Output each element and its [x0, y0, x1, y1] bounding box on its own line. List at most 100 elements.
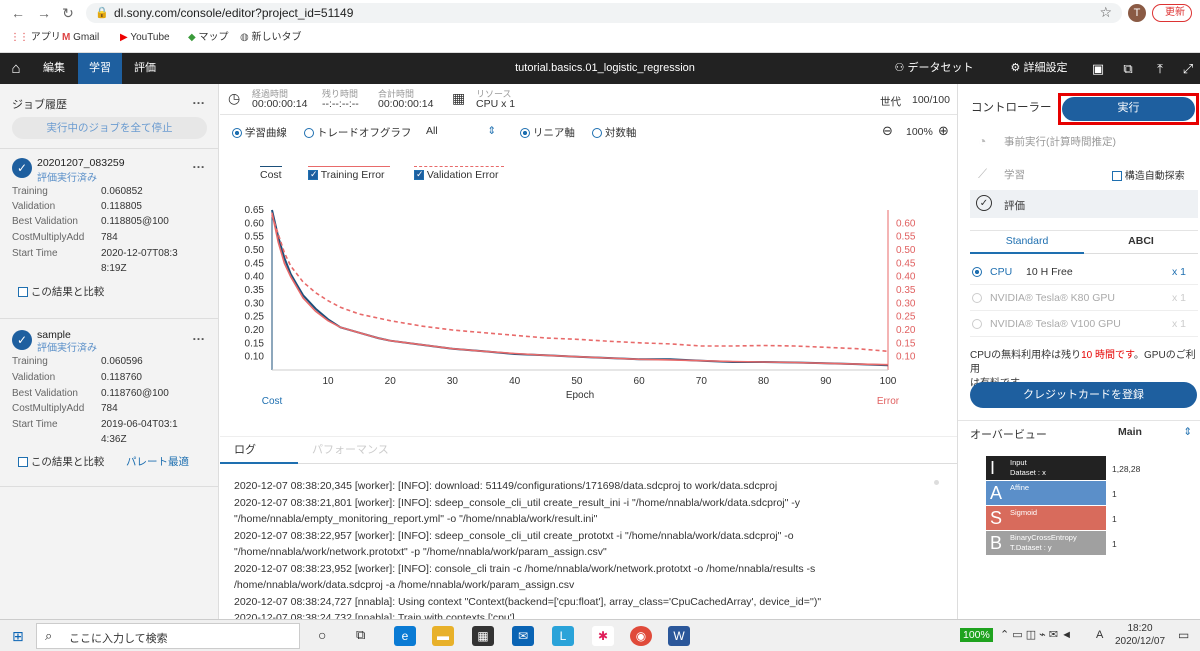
tradeoff-radio[interactable]: トレードオフグラフ: [304, 125, 411, 140]
settings-button[interactable]: ⚙ 詳細設定: [1002, 53, 1076, 84]
update-button[interactable]: 更新: [1152, 4, 1192, 22]
controller-title: コントローラー: [971, 102, 1052, 114]
job-status: 評価実行済み: [37, 343, 97, 354]
word-icon[interactable]: W: [668, 626, 690, 646]
save-as-icon[interactable]: ⧉: [1118, 53, 1138, 84]
step-preflight[interactable]: 事前実行(計算時間推定): [1004, 134, 1116, 149]
tab-performance[interactable]: パフォーマンス: [312, 441, 389, 457]
chrome-icon[interactable]: ◉: [630, 626, 652, 646]
legend-validation-error[interactable]: Validation Error: [414, 166, 504, 181]
tab-log[interactable]: ログ: [234, 441, 256, 457]
series-select[interactable]: All ⇕: [426, 125, 496, 137]
resource-k80[interactable]: NVIDIA® Tesla® K80 GPU x 1: [970, 285, 1198, 311]
slack-icon[interactable]: ✱: [592, 626, 614, 646]
log-line: 2020-12-07 08:38:24,727 [nnabla]: Using …: [234, 595, 822, 608]
metric-value: 0.060852: [101, 186, 143, 197]
y-tick-label-right: 0.25: [896, 312, 916, 323]
address-bar[interactable]: 🔒 dl.sony.com/console/editor?project_id=…: [86, 3, 1122, 23]
dataset-button[interactable]: ⚇ データセット: [888, 53, 980, 84]
tray-icons[interactable]: ⌃ ▭ ◫ ⌁ ✉ ◄: [1000, 628, 1072, 641]
divider: [970, 230, 1198, 231]
more-menu-icon[interactable]: …: [192, 92, 205, 107]
file-explorer-icon[interactable]: ▬: [432, 626, 454, 646]
app-l-icon[interactable]: L: [552, 626, 574, 646]
overview-select[interactable]: Main ⇕: [1118, 426, 1192, 438]
resource-v100[interactable]: NVIDIA® Tesla® V100 GPU x 1: [970, 311, 1198, 337]
elapsed-value: 00:00:00:14: [252, 98, 308, 110]
back-icon[interactable]: ←: [8, 5, 28, 21]
job-menu-icon[interactable]: …: [192, 156, 205, 171]
network-overview[interactable]: I Input Dataset : x 1,28,28 A Affine 1 S Sigmoid…: [986, 456, 1196, 556]
register-credit-card-button[interactable]: クレジットカードを登録: [970, 382, 1197, 408]
task-view-icon[interactable]: ⧉: [356, 627, 365, 643]
job-item[interactable]: ✓ sample 評価実行済み … Training 0.060596 Vali…: [0, 326, 219, 486]
url-text: dl.sony.com/console/editor?project_id=51…: [114, 6, 354, 20]
legend-training-error[interactable]: Training Error: [308, 166, 390, 181]
windows-start-icon[interactable]: ⊞: [12, 628, 24, 645]
metric-label: Start Time: [12, 419, 58, 430]
y-tick-label-right: 0.60: [896, 218, 916, 229]
layer-block[interactable]: S Sigmoid: [986, 506, 1106, 530]
auto-search-checkbox[interactable]: 構造自動探索: [1112, 167, 1185, 182]
layer-block[interactable]: B BinaryCrossEntropy T.Dataset : y: [986, 531, 1106, 555]
pareto-link[interactable]: パレート最適: [126, 454, 189, 469]
radio-label: リニア軸: [532, 127, 575, 139]
clock[interactable]: 18:20 2020/12/07: [1112, 622, 1168, 648]
step-evaluate[interactable]: ✓ 評価: [970, 190, 1198, 218]
edge-icon[interactable]: e: [394, 626, 416, 646]
run-button[interactable]: 実行: [1062, 97, 1195, 121]
upload-icon[interactable]: ⤒: [1150, 53, 1170, 84]
clock-icon: ◷: [228, 90, 241, 106]
metric-value: 784: [101, 403, 118, 414]
reload-icon[interactable]: ↻: [58, 5, 78, 21]
resource-cpu[interactable]: CPU 10 H Free x 1: [970, 259, 1198, 285]
zoom-in-icon[interactable]: ⊕: [938, 123, 949, 139]
tab-standard[interactable]: Standard: [970, 234, 1084, 254]
forward-icon[interactable]: →: [34, 5, 54, 21]
metric-value: 2019-06-04T03:1: [101, 419, 178, 430]
tab-abci[interactable]: ABCI: [1084, 234, 1198, 254]
layer-block[interactable]: I Input Dataset : x: [986, 456, 1106, 480]
cortana-icon[interactable]: ○: [318, 627, 326, 643]
bookmark-youtube[interactable]: ▶ YouTube: [120, 31, 170, 45]
mail-icon[interactable]: ✉: [512, 626, 534, 646]
metric-value: 784: [101, 232, 118, 243]
job-item[interactable]: ✓ 20201207_083259 評価実行済み … Training 0.06…: [0, 154, 219, 314]
run-label: 実行: [1117, 102, 1140, 114]
fit-icon[interactable]: ⤢: [1178, 53, 1198, 84]
log-axis-radio[interactable]: 対数軸: [592, 125, 636, 140]
bookmark-gmail[interactable]: M Gmail: [62, 31, 99, 45]
zoom-out-icon[interactable]: ⊖: [882, 123, 893, 139]
legend-cost[interactable]: Cost: [260, 166, 282, 181]
compare-checkbox[interactable]: この結果と比較: [18, 284, 104, 299]
log-line: 2020-12-07 08:38:20,345 [worker]: [INFO]…: [234, 480, 778, 492]
compare-checkbox[interactable]: この結果と比較: [18, 454, 104, 469]
star-icon[interactable]: ☆: [1099, 4, 1112, 21]
y-tick-label-right: 0.10: [896, 352, 916, 363]
tab-train[interactable]: 学習: [78, 53, 122, 84]
bookmark-newtab[interactable]: ◍ 新しいタブ: [240, 31, 302, 45]
avatar[interactable]: T: [1128, 4, 1146, 22]
notification-icon[interactable]: ▭: [1178, 628, 1189, 642]
y-tick-label-right: 0.15: [896, 338, 916, 349]
youtube-icon: ▶: [120, 32, 128, 43]
stop-all-jobs-button[interactable]: 実行中のジョブを全て停止: [12, 117, 207, 139]
y-tick-label-left: 0.45: [245, 258, 265, 269]
save-icon[interactable]: ▣: [1088, 53, 1108, 84]
bookmark-maps[interactable]: ◆ マップ: [188, 31, 228, 45]
battery-percent[interactable]: 100%: [960, 628, 993, 642]
step-train[interactable]: 学習: [1004, 167, 1025, 182]
input-language[interactable]: A: [1096, 629, 1103, 641]
tab-edit[interactable]: 編集: [36, 53, 72, 84]
training-main: ◷ 経過時間 00:00:00:14 残り時間 --:--:--:-- 合計時間…: [220, 84, 957, 624]
tab-evaluate[interactable]: 評価: [126, 53, 164, 84]
job-menu-icon[interactable]: …: [192, 328, 205, 343]
home-icon[interactable]: ⌂: [0, 53, 32, 84]
taskbar-search[interactable]: ⌕ ここに入力して検索: [36, 623, 300, 649]
series-line-cost: [271, 209, 889, 367]
store-icon[interactable]: ▦: [472, 626, 494, 646]
layer-block[interactable]: A Affine: [986, 481, 1106, 505]
learning-curve-radio[interactable]: 学習曲線: [232, 125, 287, 140]
linear-axis-radio[interactable]: リニア軸: [520, 125, 575, 140]
bookmark-apps[interactable]: ⋮⋮ アプリ: [10, 31, 61, 45]
